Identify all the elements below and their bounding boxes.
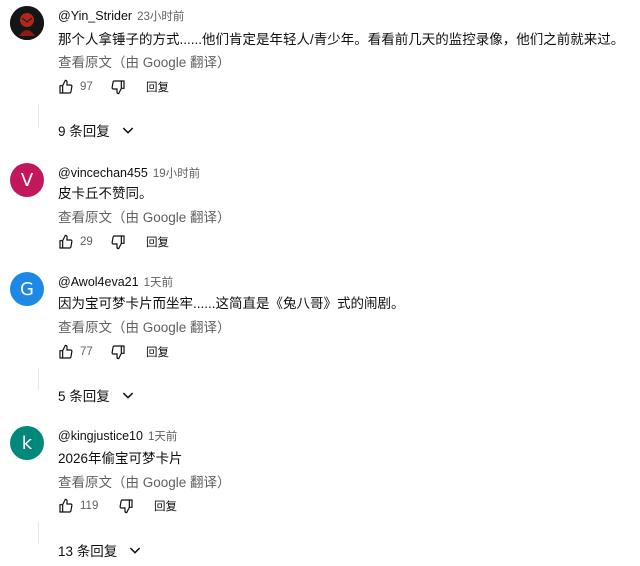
comment-actions: 119 回复 bbox=[58, 496, 177, 516]
view-original-link[interactable]: 查看原文（由 Google 翻译） bbox=[58, 471, 231, 491]
comment-actions: 77 回复 bbox=[58, 342, 169, 362]
view-replies-button[interactable]: 13 条回复 bbox=[58, 540, 143, 560]
thumb-down-icon[interactable] bbox=[110, 344, 126, 360]
replies-count: 5 条回复 bbox=[58, 389, 110, 404]
comment-actions: 97 回复 bbox=[58, 77, 169, 97]
comment-author[interactable]: @Yin_Strider bbox=[58, 9, 132, 23]
comment-time[interactable]: 23小时前 bbox=[137, 11, 184, 23]
thumb-down-icon[interactable] bbox=[110, 79, 126, 95]
comment-header: @Yin_Strider 23小时前 bbox=[58, 8, 184, 24]
thumb-up-icon[interactable] bbox=[58, 234, 74, 250]
like-count: 29 bbox=[80, 236, 93, 248]
comment-header: @vincechan455 19小时前 bbox=[58, 165, 200, 181]
comment-actions: 29 回复 bbox=[58, 232, 169, 252]
thumb-up-icon[interactable] bbox=[58, 344, 74, 360]
replies-count: 13 条回复 bbox=[58, 544, 118, 559]
comment-author[interactable]: @vincechan455 bbox=[58, 166, 148, 180]
comment-text: 那个人拿锤子的方式......他们肯定是年轻人/青少年。看看前几天的监控录像，他… bbox=[58, 32, 625, 47]
view-original-link[interactable]: 查看原文（由 Google 翻译） bbox=[58, 206, 231, 226]
avatar[interactable] bbox=[10, 6, 44, 40]
like-count: 119 bbox=[80, 500, 99, 512]
avatar[interactable]: G bbox=[10, 272, 44, 306]
reply-button[interactable]: 回复 bbox=[146, 79, 169, 95]
avatar[interactable]: k bbox=[10, 426, 44, 460]
chevron-down-icon bbox=[122, 392, 133, 399]
thumb-up-icon[interactable] bbox=[58, 498, 74, 514]
view-original-link[interactable]: 查看原文（由 Google 翻译） bbox=[58, 316, 231, 336]
comment-time[interactable]: 19小时前 bbox=[153, 168, 200, 180]
avatar[interactable]: V bbox=[10, 163, 44, 197]
comment-author[interactable]: @Awol4eva21 bbox=[58, 275, 139, 289]
chevron-down-icon bbox=[130, 547, 141, 554]
thumb-down-icon[interactable] bbox=[110, 234, 126, 250]
reply-button[interactable]: 回复 bbox=[146, 234, 169, 250]
chevron-down-icon bbox=[122, 127, 133, 134]
like-count: 77 bbox=[80, 346, 93, 358]
comment-time[interactable]: 1天前 bbox=[144, 277, 173, 289]
view-original-link[interactable]: 查看原文（由 Google 翻译） bbox=[58, 51, 231, 71]
comment-text: 因为宝可梦卡片而坐牢......这简直是《兔八哥》式的闹剧。 bbox=[58, 296, 405, 311]
thread-connector bbox=[38, 522, 39, 544]
comment-text: 皮卡丘不赞同。 bbox=[58, 186, 153, 201]
thumb-down-icon[interactable] bbox=[118, 498, 134, 514]
replies-count: 9 条回复 bbox=[58, 124, 110, 139]
view-replies-button[interactable]: 5 条回复 bbox=[58, 385, 136, 405]
thumb-up-icon[interactable] bbox=[58, 79, 74, 95]
comment-time[interactable]: 1天前 bbox=[148, 431, 177, 443]
like-count: 97 bbox=[80, 81, 93, 93]
comment-text: 2026年偷宝可梦卡片 bbox=[58, 451, 183, 466]
view-replies-button[interactable]: 9 条回复 bbox=[58, 120, 136, 140]
comment-header: @kingjustice10 1天前 bbox=[58, 428, 177, 444]
spider-avatar-image bbox=[10, 6, 44, 40]
avatar-letter: k bbox=[21, 432, 33, 454]
avatar-letter: V bbox=[20, 169, 34, 191]
reply-button[interactable]: 回复 bbox=[154, 498, 177, 514]
comment-header: @Awol4eva21 1天前 bbox=[58, 274, 173, 290]
reply-button[interactable]: 回复 bbox=[146, 344, 169, 360]
thread-connector bbox=[38, 104, 39, 128]
thread-connector bbox=[38, 368, 39, 390]
avatar-letter: G bbox=[20, 278, 34, 300]
comment-author[interactable]: @kingjustice10 bbox=[58, 429, 143, 443]
